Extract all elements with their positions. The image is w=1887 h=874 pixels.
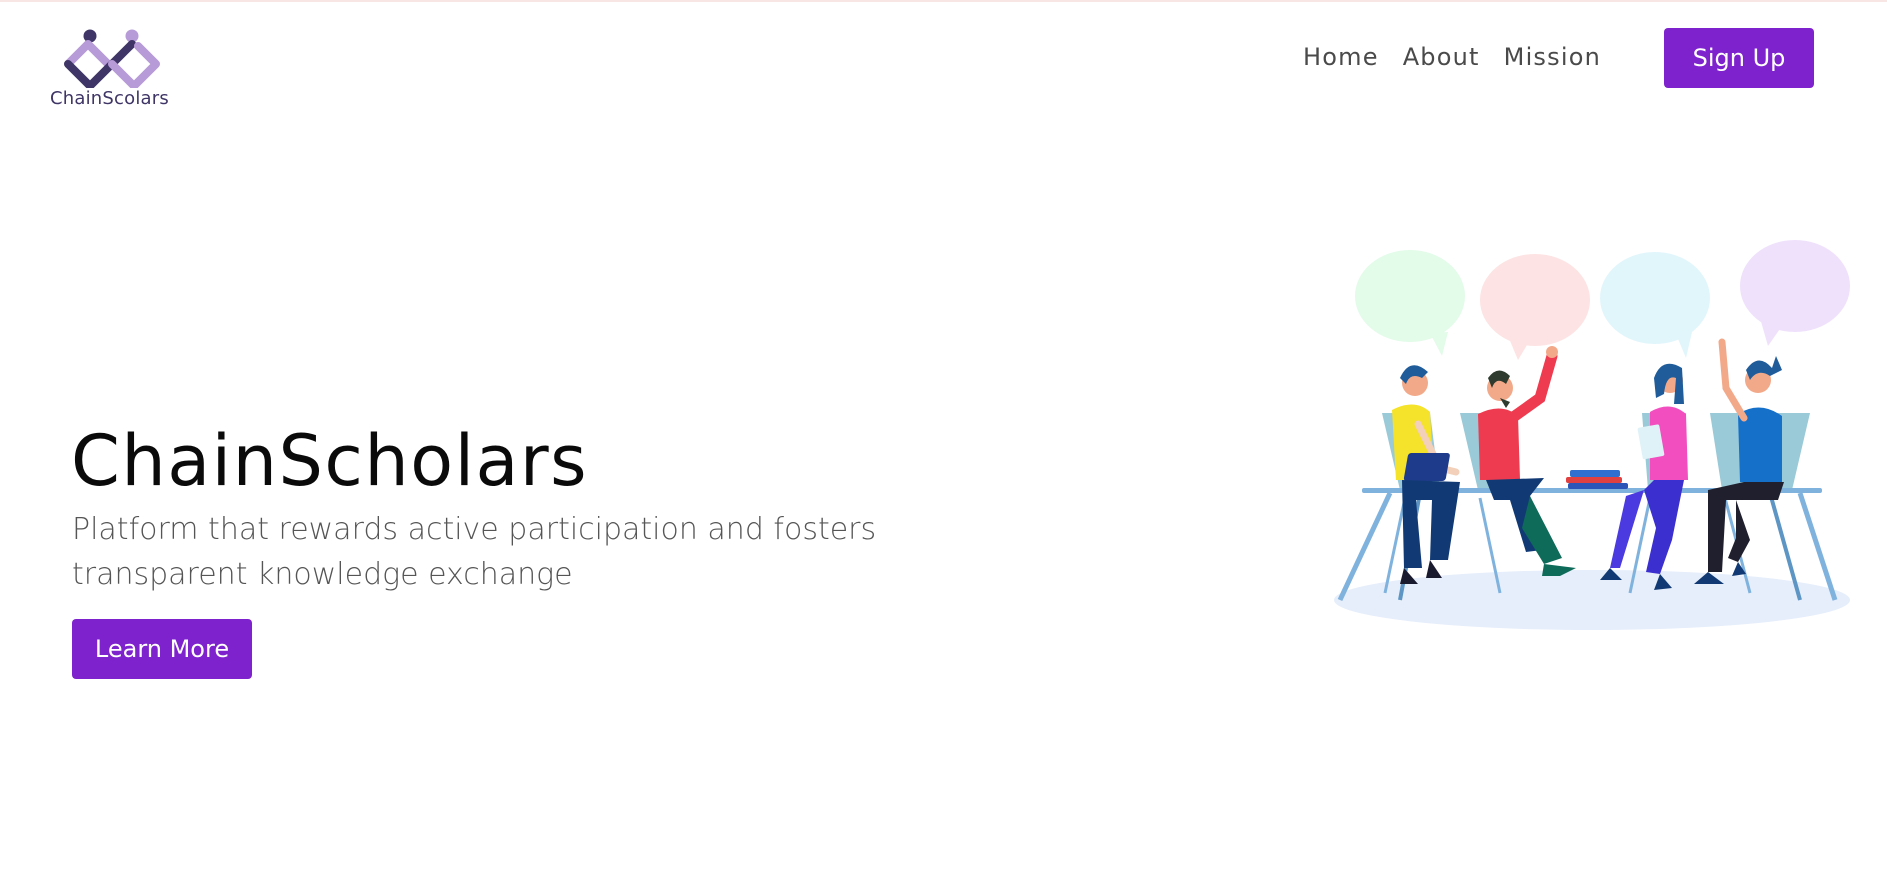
speech-bubble-icon xyxy=(1355,250,1465,356)
learn-more-button[interactable]: Learn More xyxy=(72,619,252,679)
logo-icon xyxy=(64,29,160,88)
logo-text: ChainScolars xyxy=(50,88,169,109)
speech-bubble-icon xyxy=(1600,252,1710,358)
top-border xyxy=(0,0,1887,2)
nav-about-link[interactable]: About xyxy=(1403,43,1480,71)
person-figure xyxy=(1392,365,1460,584)
nav-home-link[interactable]: Home xyxy=(1303,43,1379,71)
person-figure xyxy=(1478,346,1576,576)
brand-logo[interactable]: ChainScolars xyxy=(48,28,174,114)
nav-mission-link[interactable]: Mission xyxy=(1504,43,1601,71)
team-discussion-illustration xyxy=(1330,228,1860,638)
hero-subtitle: Platform that rewards active participati… xyxy=(72,512,877,592)
sign-up-button[interactable]: Sign Up xyxy=(1664,28,1814,88)
speech-bubble-icon xyxy=(1740,240,1850,346)
speech-bubble-icon xyxy=(1480,254,1590,360)
hero-title: ChainScholars xyxy=(71,420,589,502)
main-nav: Home About Mission xyxy=(1303,43,1601,71)
